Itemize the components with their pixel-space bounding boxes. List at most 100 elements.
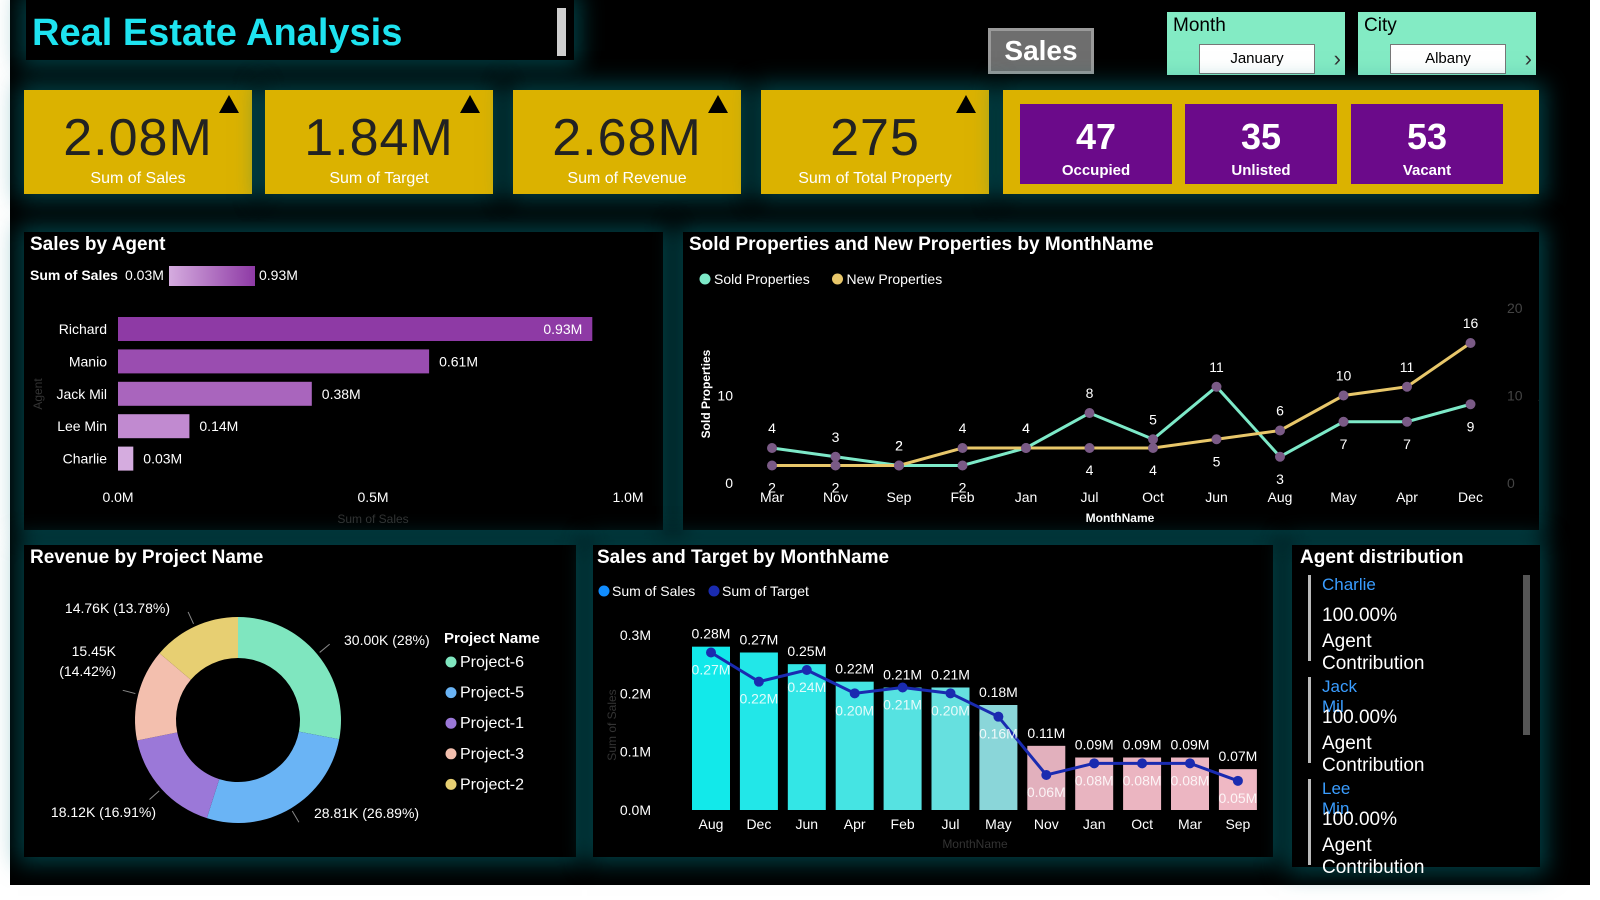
kpi-value: 2.68M — [552, 109, 702, 167]
chevron-right-icon[interactable]: › — [1525, 46, 1532, 72]
y-tick-label: 0.0M — [620, 802, 651, 818]
x-tick-label: Jul — [1081, 489, 1099, 505]
bar — [739, 652, 778, 810]
occupied-card: 47 Occupied — [1020, 104, 1172, 184]
data-point — [1021, 443, 1031, 453]
target-data-label: 0.06M — [1027, 784, 1066, 800]
target-point — [1089, 758, 1100, 769]
sold-new-properties-chart[interactable]: Sold Properties New Properties01001020Sol… — [683, 232, 1539, 530]
x-tick-label: Jun — [796, 816, 819, 832]
y2-tick-label: 0 — [1507, 475, 1515, 491]
x-tick-label: Mar — [1178, 816, 1202, 832]
legend-label: Project-3 — [460, 746, 524, 763]
data-label: 5 — [1149, 411, 1157, 427]
sales-by-agent-panel[interactable]: Sales by Agent Sum of Sales 0.03M 0.93M Ric… — [24, 232, 663, 530]
series-line — [771, 384, 1471, 467]
unlisted-caption: Unlisted — [1231, 162, 1291, 179]
x-tick-label: Oct — [1142, 489, 1164, 505]
target-data-label: 0.24M — [787, 679, 826, 695]
data-label: 7 — [1340, 436, 1348, 452]
month-slicer-value[interactable]: January — [1199, 44, 1315, 74]
sales-by-agent-chart[interactable]: Sum of Sales 0.03M 0.93M Richard 0.93M Manio 0… — [24, 232, 663, 530]
category-label: Charlie — [63, 451, 108, 467]
data-point — [1402, 416, 1412, 427]
month-slicer-label: Month — [1173, 15, 1226, 36]
data-point — [1465, 338, 1476, 348]
bar-data-label: 0.21M — [883, 667, 922, 683]
target-data-label: 0.20M — [835, 702, 874, 718]
leader-line — [319, 643, 331, 653]
x-tick-label: Oct — [1131, 816, 1153, 832]
bar-data-label: 0.09M — [1075, 737, 1114, 753]
x-axis-label: MonthName — [1086, 511, 1155, 525]
y-tick-label: 0.2M — [620, 685, 651, 701]
kpi-caption: Sum of Total Property — [798, 170, 952, 187]
sales-button[interactable]: Sales — [988, 28, 1094, 74]
x-tick-label: Sep — [887, 489, 912, 505]
sales-target-panel[interactable]: Sales and Target by MonthName Sum of Sal… — [593, 545, 1273, 857]
leader-line — [291, 810, 300, 823]
month-slicer[interactable]: Month January › — [1167, 12, 1345, 75]
x-axis-label: MonthName — [942, 837, 1008, 851]
data-label: 4 — [1022, 420, 1030, 436]
scrollbar[interactable] — [1523, 575, 1530, 735]
data-point — [1211, 434, 1222, 445]
legend-label: Project-1 — [460, 715, 524, 732]
target-point — [897, 682, 908, 693]
city-slicer[interactable]: City Albany › — [1358, 12, 1536, 75]
x-tick-label: 0.0M — [102, 489, 133, 505]
data-point — [957, 460, 968, 471]
x-tick-label: Nov — [1034, 816, 1059, 832]
data-label: 0.38M — [322, 386, 361, 402]
slice-label: (14.42%) — [59, 663, 116, 679]
bar-data-label: 0.22M — [835, 661, 874, 677]
data-point — [894, 460, 904, 471]
target-data-label: 0.08M — [1171, 772, 1210, 788]
legend-marker — [699, 273, 711, 285]
target-data-label: 0.27M — [692, 662, 731, 678]
target-point — [849, 688, 860, 699]
x-tick-label: Aug — [699, 816, 724, 832]
legend-marker — [598, 585, 610, 597]
y2-tick-label: 20 — [1507, 300, 1523, 316]
target-point — [945, 688, 956, 699]
sold-new-properties-panel[interactable]: Sold Properties and New Properties by Mo… — [683, 232, 1539, 530]
agent-label: Agent Contribution — [1322, 835, 1425, 878]
x-tick-label: 0.5M — [357, 489, 388, 505]
target-data-label: 0.20M — [931, 702, 970, 718]
data-label: 2 — [959, 480, 967, 496]
bar-data-label: 0.27M — [739, 632, 778, 648]
data-label: 2 — [832, 480, 840, 496]
y2-axis-label: New Properties — [1538, 353, 1539, 435]
revenue-by-project-panel[interactable]: Revenue by Project Name 30.00K (28%) 28.8… — [24, 545, 576, 857]
data-label: 0.03M — [143, 451, 182, 467]
agent-distribution-panel[interactable]: Agent distribution Charlie 100.00% Agent… — [1292, 545, 1540, 878]
legend-min: 0.03M — [125, 267, 164, 283]
y-axis-label: Sold Properties — [699, 349, 713, 438]
target-data-label: 0.21M — [883, 697, 922, 713]
data-point — [767, 443, 777, 453]
data-label: 4 — [768, 420, 776, 436]
target-data-label: 0.08M — [1075, 772, 1114, 788]
category-label: Manio — [69, 353, 107, 369]
data-label: 11 — [1400, 359, 1415, 375]
y-tick-label: 0 — [725, 475, 733, 491]
leader-line — [187, 611, 194, 624]
chevron-right-icon[interactable]: › — [1334, 46, 1341, 72]
data-point — [1084, 443, 1095, 453]
kpi-value: 1.84M — [304, 109, 454, 167]
bar — [118, 317, 593, 341]
city-slicer-value[interactable]: Albany — [1390, 44, 1506, 74]
data-label: 2 — [768, 480, 776, 496]
target-point — [706, 647, 716, 658]
legend-max: 0.93M — [259, 267, 298, 283]
target-data-label: 0.08M — [1123, 772, 1162, 788]
kpi-caption: Sum of Target — [329, 170, 429, 187]
category-label: Jack Mil — [56, 386, 107, 402]
kpi-value: 275 — [830, 109, 920, 167]
data-label: 4 — [959, 420, 967, 436]
bar-data-label: 0.18M — [979, 684, 1018, 700]
y-tick-label: 0.1M — [620, 744, 651, 760]
revenue-by-project-chart[interactable]: 30.00K (28%) 28.81K (26.89%) 18.12K (16.91… — [24, 545, 576, 857]
sales-target-chart[interactable]: Sum of Sales Sum of Target 0.0M 0.1M 0.2M 0.3… — [593, 545, 1273, 857]
